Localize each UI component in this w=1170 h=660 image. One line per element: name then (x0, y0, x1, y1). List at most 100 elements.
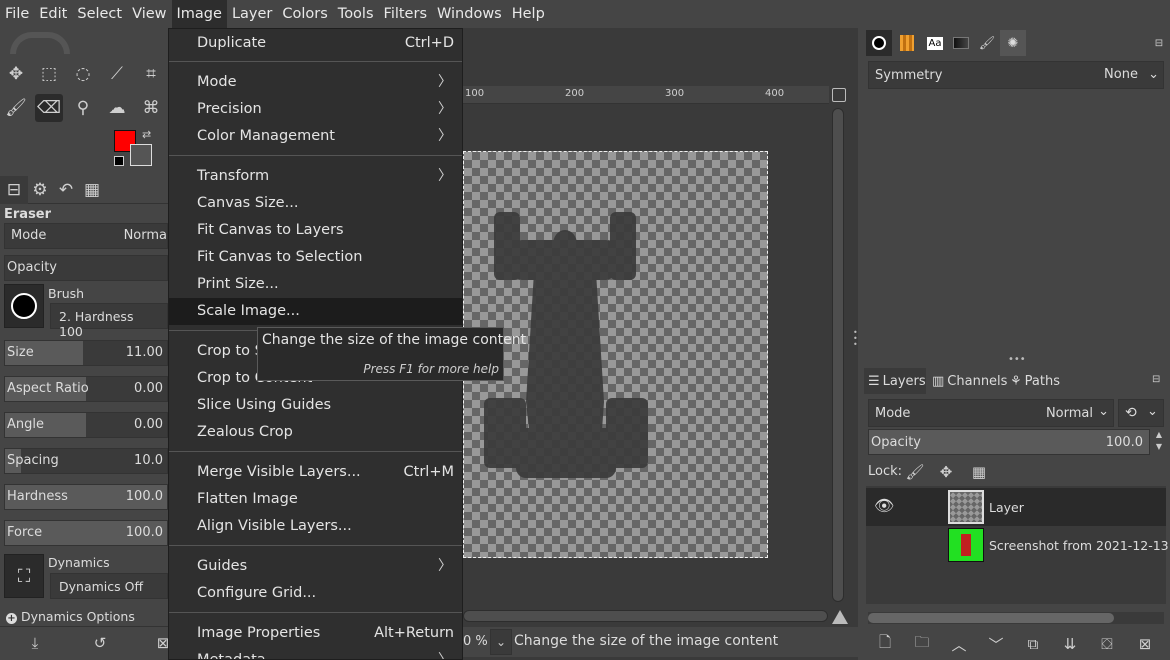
menu-item-metadata[interactable]: Metadata 〉 (169, 647, 462, 659)
rect-select-tool-icon[interactable]: ⬚ (35, 60, 63, 88)
layers-hscroll[interactable] (868, 612, 1164, 624)
menu-image[interactable]: Image (171, 0, 227, 28)
dynamics-preview[interactable]: ⛶ (4, 554, 44, 598)
dynamics-name-field[interactable]: Dynamics Off (50, 573, 168, 599)
reset-preset-icon[interactable]: ↺ (87, 631, 113, 655)
symmetry-dropdown[interactable]: None ⌄ (1104, 67, 1159, 82)
menu-item-slice-using-guides[interactable]: Slice Using Guides (169, 392, 462, 419)
force-slider[interactable]: Force 100.0 (4, 520, 168, 546)
zoom-dropdown[interactable]: ⌄ (490, 629, 512, 655)
background-color-swatch[interactable] (130, 144, 152, 166)
lower-layer-icon[interactable]: ﹀ (983, 632, 1009, 656)
merge-layer-icon[interactable]: ⇊ (1057, 632, 1083, 656)
zoom-fit-icon[interactable] (832, 88, 846, 102)
menu-item-zealous-crop[interactable]: Zealous Crop (169, 419, 462, 446)
move-tool-icon[interactable]: ✥ (2, 60, 30, 88)
undo-history-tab-icon[interactable]: ↶ (52, 176, 80, 204)
layer-row[interactable]: Screenshot from 2021-12-13 07-3 (866, 526, 1170, 564)
menu-item-guides[interactable]: Guides 〉 (169, 553, 462, 580)
spacing-slider[interactable]: Spacing 10.0 (4, 448, 168, 474)
menu-item-print-size[interactable]: Print Size... (169, 271, 462, 298)
lock-alpha-icon[interactable]: ▦ (966, 460, 992, 484)
delete-layer-icon[interactable]: ⊠ (1132, 632, 1158, 656)
menu-colors[interactable]: Colors (277, 0, 332, 28)
clone-tool-icon[interactable]: ⚲ (69, 94, 97, 122)
layer-opacity-slider[interactable]: Opacity 100.0 (868, 429, 1150, 455)
menu-item-fit-canvas-layers[interactable]: Fit Canvas to Layers (169, 217, 462, 244)
layer-row[interactable]: 👁 Layer (866, 488, 1166, 526)
dock-vertical-handle-icon[interactable]: • • • (853, 329, 859, 349)
menu-item-fit-canvas-selection[interactable]: Fit Canvas to Selection (169, 244, 462, 271)
images-tab-icon[interactable]: ▦ (78, 176, 106, 204)
vertical-scrollbar-thumb[interactable] (832, 108, 844, 602)
new-layer-icon[interactable]: 🗋 (872, 632, 898, 656)
horizontal-scrollbar[interactable] (463, 608, 830, 624)
menu-item-color-management[interactable]: Color Management 〉 (169, 123, 462, 150)
gradients-tab-icon[interactable] (948, 30, 974, 56)
horizontal-scrollbar-thumb[interactable] (463, 610, 828, 622)
dock-menu-icon[interactable]: ⊟ (1152, 30, 1166, 56)
raise-layer-icon[interactable]: ︿ (946, 632, 972, 656)
menu-item-image-properties[interactable]: Image Properties Alt+Return (169, 620, 462, 647)
lock-pixels-icon[interactable]: 🖌 (902, 460, 928, 484)
navigate-icon[interactable] (832, 610, 848, 624)
menu-item-duplicate[interactable]: Duplicate Ctrl+D (169, 30, 462, 57)
menu-file[interactable]: File (0, 0, 34, 28)
layer-mask-icon[interactable]: ⛋ (1094, 632, 1120, 656)
paint-dynamics-tab-icon[interactable]: 🖌 (974, 30, 1000, 56)
menu-edit[interactable]: Edit (34, 0, 72, 28)
swap-colors-icon[interactable]: ⇄ (142, 128, 151, 141)
symmetry-tab-icon[interactable]: ✺ (1000, 30, 1026, 56)
menu-help[interactable]: Help (507, 0, 550, 28)
default-colors-icon[interactable] (114, 156, 124, 166)
menu-item-precision[interactable]: Precision 〉 (169, 96, 462, 123)
mode-combo[interactable]: Mode Norma (4, 223, 168, 249)
paths-tool-icon[interactable]: ⌘ (137, 94, 165, 122)
smudge-tool-icon[interactable]: ☁ (103, 94, 131, 122)
lasso-tool-icon[interactable]: ◌ (69, 60, 97, 88)
brush-preview[interactable] (4, 284, 44, 328)
patterns-tab-icon[interactable] (894, 30, 920, 56)
fonts-tab-icon[interactable]: Aa (922, 30, 948, 56)
menu-item-canvas-size[interactable]: Canvas Size... (169, 190, 462, 217)
image-canvas[interactable] (463, 151, 768, 558)
angle-slider[interactable]: Angle 0.00 (4, 412, 168, 438)
layers-dock-menu-icon[interactable]: ⊟ (1152, 374, 1160, 385)
menu-windows[interactable]: Windows (432, 0, 507, 28)
eraser-tool-icon[interactable]: ⌫ (35, 94, 63, 122)
menu-filters[interactable]: Filters (379, 0, 432, 28)
menu-view[interactable]: View (127, 0, 171, 28)
menu-select[interactable]: Select (72, 0, 127, 28)
menu-item-merge-visible-layers[interactable]: Merge Visible Layers... Ctrl+M (169, 459, 462, 486)
menu-item-scale-image[interactable]: Scale Image... (169, 298, 462, 325)
menu-item-transform[interactable]: Transform 〉 (169, 163, 462, 190)
fuzzy-select-tool-icon[interactable]: ⟋ (103, 60, 131, 88)
channels-tab[interactable]: ▥ Channels (928, 368, 1007, 394)
dynamics-options-expander[interactable]: + Dynamics Options (6, 609, 135, 624)
layer-mode-reset-button[interactable]: ⟲ ⌄ (1118, 399, 1164, 427)
dock-resize-handle-icon[interactable]: ••• (1008, 354, 1026, 365)
opacity-spin-buttons[interactable]: ▲ ▼ (1152, 429, 1166, 455)
menu-item-mode[interactable]: Mode 〉 (169, 69, 462, 96)
device-status-tab-icon[interactable]: ⚙ (26, 176, 54, 204)
new-layer-group-icon[interactable]: 🗀 (909, 632, 935, 656)
tool-options-tab-icon[interactable]: ⊟ (0, 176, 28, 204)
vertical-scrollbar[interactable] (830, 104, 846, 608)
opacity-slider[interactable]: Opacity (4, 255, 168, 281)
layers-tab[interactable]: ☰ Layers (864, 368, 926, 394)
brush-name-field[interactable]: 2. Hardness 100 (50, 303, 168, 339)
lock-position-icon[interactable]: ✥ (933, 460, 959, 484)
duplicate-layer-icon[interactable]: ⧉ (1020, 632, 1046, 656)
eye-visibility-icon[interactable]: 👁 (874, 496, 894, 515)
save-preset-icon[interactable]: ⤓ (22, 631, 48, 655)
paintbrush-tool-icon[interactable]: 🖌 (2, 94, 30, 122)
size-slider[interactable]: Size 11.00 (4, 340, 168, 366)
menu-layer[interactable]: Layer (227, 0, 277, 28)
menu-item-configure-grid[interactable]: Configure Grid... (169, 580, 462, 607)
crop-tool-icon[interactable]: ⌗ (137, 60, 165, 88)
horizontal-ruler[interactable]: 100 200 300 400 (463, 86, 829, 104)
layer-mode-combo[interactable]: Mode Normal ⌄ (868, 399, 1114, 427)
layers-hscroll-thumb[interactable] (868, 613, 1114, 623)
hardness-slider[interactable]: Hardness 100.0 (4, 484, 168, 510)
menu-item-align-visible-layers[interactable]: Align Visible Layers... (169, 513, 462, 540)
